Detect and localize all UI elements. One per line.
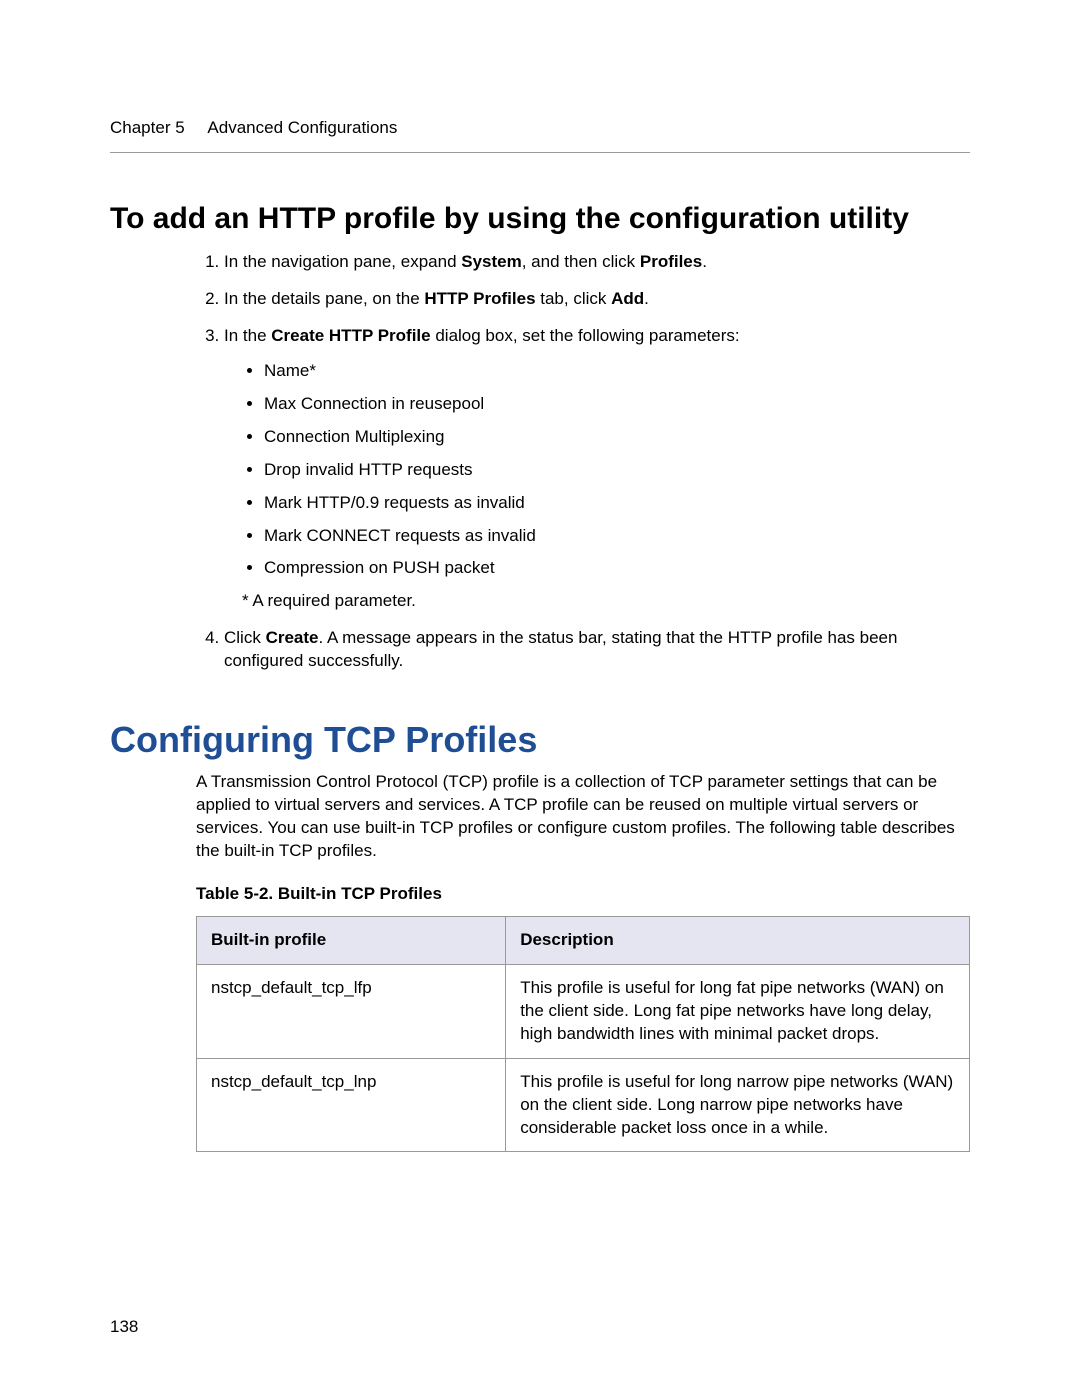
table-cell-description: This profile is useful for long fat pipe… (506, 964, 970, 1058)
table-header-description: Description (506, 916, 970, 964)
table-cell-description: This profile is useful for long narrow p… (506, 1058, 970, 1152)
step-3: In the Create HTTP Profile dialog box, s… (224, 325, 970, 613)
step-2: In the details pane, on the HTTP Profile… (224, 288, 970, 311)
step-1-text-2: , and then click (522, 252, 640, 271)
step-2-bold-1: HTTP Profiles (424, 289, 535, 308)
step-2-text-1: In the details pane, on the (224, 289, 424, 308)
step-1-bold-1: System (461, 252, 521, 271)
content-block-2: A Transmission Control Protocol (TCP) pr… (110, 771, 970, 1152)
header-chapter: Chapter 5 (110, 118, 185, 137)
step-3-text-1: In the (224, 326, 271, 345)
step-3-bold-1: Create HTTP Profile (271, 326, 430, 345)
header-title: Advanced Configurations (207, 118, 397, 137)
table-cell-profile: nstcp_default_tcp_lfp (197, 964, 506, 1058)
running-header: Chapter 5 Advanced Configurations (110, 118, 970, 153)
bullets-list: Name* Max Connection in reusepool Connec… (224, 360, 970, 581)
bullet-item: Connection Multiplexing (264, 426, 970, 449)
intro-paragraph: A Transmission Control Protocol (TCP) pr… (196, 771, 970, 863)
major-heading: Configuring TCP Profiles (110, 719, 970, 761)
step-3-text-2: dialog box, set the following parameters… (431, 326, 740, 345)
step-4-text-2: . A message appears in the status bar, s… (224, 628, 897, 670)
tcp-profiles-table: Built-in profile Description nstcp_defau… (196, 916, 970, 1153)
table-row: nstcp_default_tcp_lfp This profile is us… (197, 964, 970, 1058)
step-2-text-2: tab, click (536, 289, 612, 308)
step-2-text-3: . (644, 289, 649, 308)
step-1-text-1: In the navigation pane, expand (224, 252, 461, 271)
step-1-text-3: . (702, 252, 707, 271)
content-block-1: In the navigation pane, expand System, a… (110, 251, 970, 673)
bullet-item: Compression on PUSH packet (264, 557, 970, 580)
bullet-item: Max Connection in reusepool (264, 393, 970, 416)
bullet-item: Drop invalid HTTP requests (264, 459, 970, 482)
table-cell-profile: nstcp_default_tcp_lnp (197, 1058, 506, 1152)
table-caption: Table 5-2. Built-in TCP Profiles (196, 883, 970, 906)
steps-list: In the navigation pane, expand System, a… (196, 251, 970, 673)
page: Chapter 5 Advanced Configurations To add… (0, 0, 1080, 1397)
bullet-item: Name* (264, 360, 970, 383)
step-1: In the navigation pane, expand System, a… (224, 251, 970, 274)
bullet-item: Mark HTTP/0.9 requests as invalid (264, 492, 970, 515)
table-header-row: Built-in profile Description (197, 916, 970, 964)
step-1-bold-2: Profiles (640, 252, 702, 271)
bullet-item: Mark CONNECT requests as invalid (264, 525, 970, 548)
page-number: 138 (110, 1317, 138, 1337)
step-4: Click Create. A message appears in the s… (224, 627, 970, 673)
step-2-bold-2: Add (611, 289, 644, 308)
step-4-bold-1: Create (266, 628, 319, 647)
table-header-profile: Built-in profile (197, 916, 506, 964)
required-note: * A required parameter. (242, 590, 970, 613)
table-row: nstcp_default_tcp_lnp This profile is us… (197, 1058, 970, 1152)
section-heading: To add an HTTP profile by using the conf… (110, 201, 970, 237)
step-4-text-1: Click (224, 628, 266, 647)
